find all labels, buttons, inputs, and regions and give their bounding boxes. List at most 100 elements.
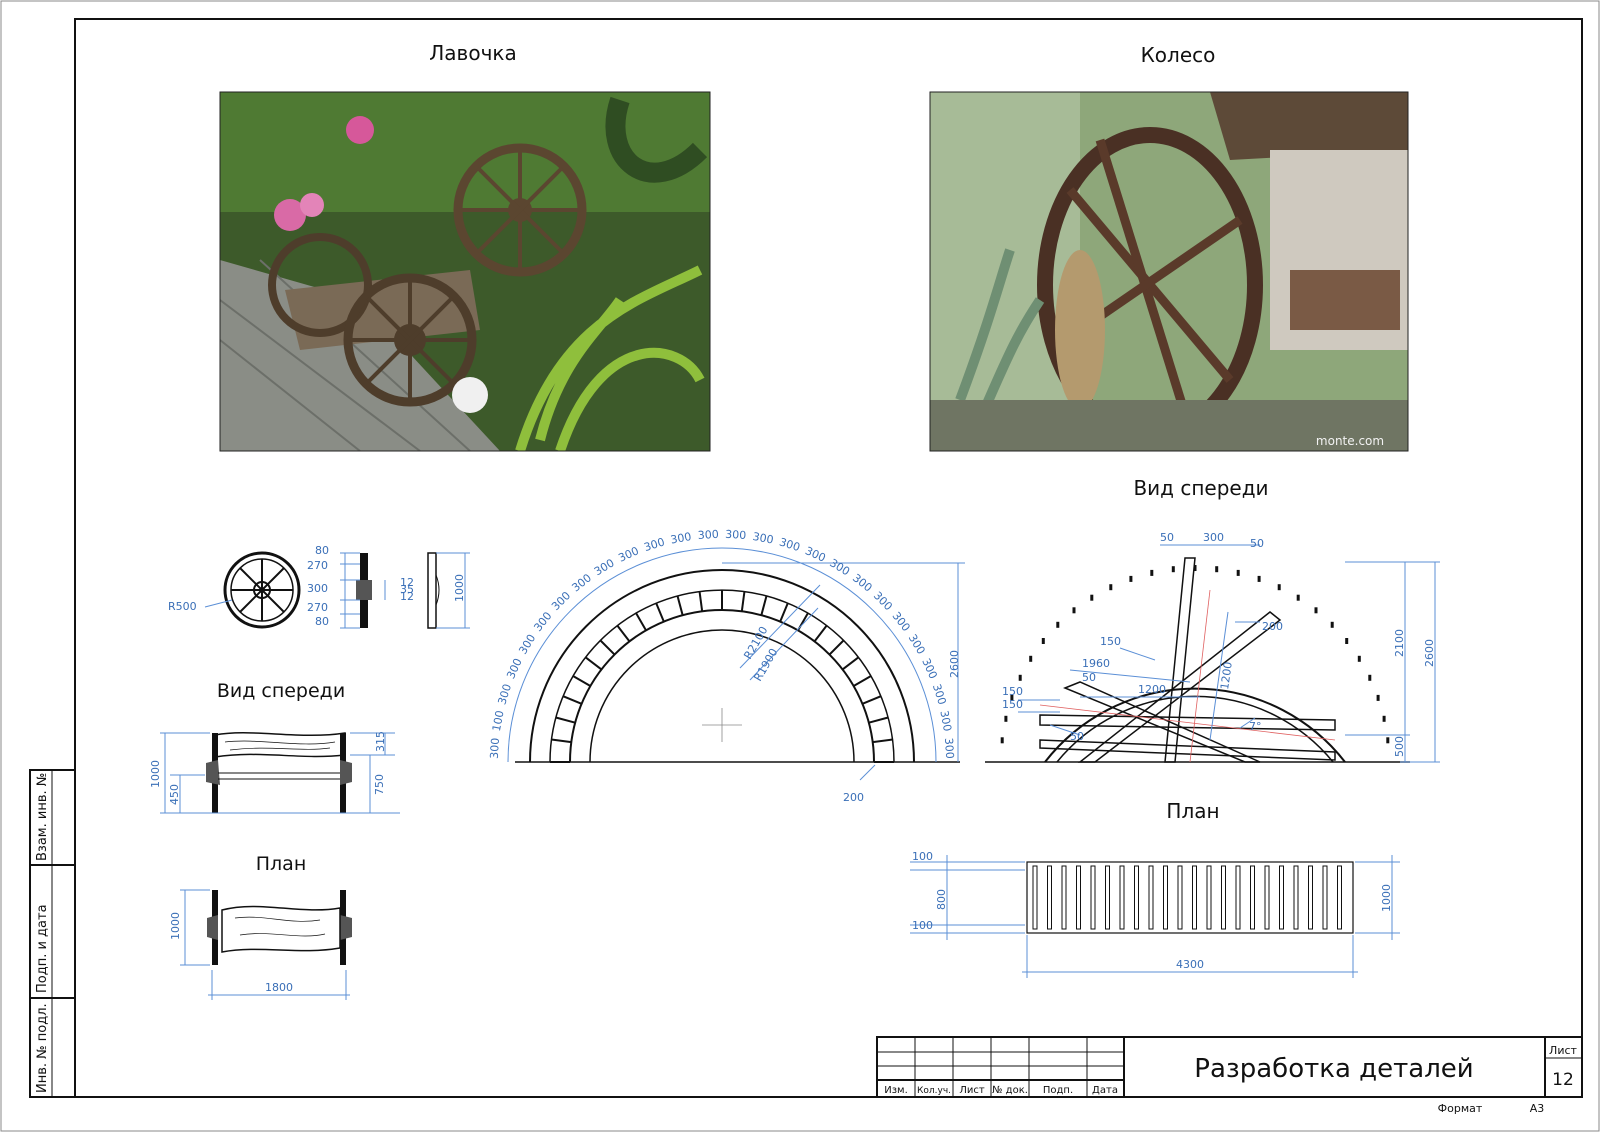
plan-slat <box>1206 865 1212 930</box>
arc-slat <box>760 595 768 616</box>
arc-spacing-label: 300 <box>592 556 617 578</box>
bench-front-dim-315: 315 <box>374 731 387 752</box>
wheel-paddle-tooth <box>1277 584 1281 591</box>
arc-slat <box>562 695 582 705</box>
tb-col-date: Дата <box>1092 1085 1118 1096</box>
wheel-plan-drawing: 100 800 100 1000 4300 <box>910 850 1400 978</box>
wheel-paddle-tooth <box>1382 715 1386 722</box>
arc-height-dim: 2600 <box>948 650 961 678</box>
side-stamp: Инв. № подл. Подп. и дата Взам. инв. № <box>29 769 76 1098</box>
bench-plan-drawing: 1000 1800 <box>169 889 352 1000</box>
plan-slat <box>1032 865 1038 930</box>
arc-spacing-label: 300 <box>569 571 594 594</box>
wheel-paddle-tooth <box>1386 737 1390 744</box>
wheel-paddle-tooth <box>1018 674 1022 681</box>
arc-spacing-label: 100 <box>490 709 507 732</box>
arc-spacing-label: 300 <box>889 609 912 634</box>
arc-spacing-label: 300 <box>827 556 852 578</box>
plan-dim-4300: 4300 <box>1176 958 1204 971</box>
wheel-small-dim-3: 12 <box>400 590 414 603</box>
plan-slat <box>1293 865 1299 930</box>
arc-slat <box>555 716 576 724</box>
plan-slat <box>1221 865 1226 930</box>
wheel-paddle-tooth <box>1056 621 1060 628</box>
wheel-paddle-tooth <box>1376 694 1380 701</box>
wheel-paddle-tooth <box>1090 594 1094 601</box>
plan-slat <box>1264 865 1270 930</box>
arc-spacing-label: 300 <box>778 535 802 554</box>
plan-slat <box>1090 865 1096 930</box>
format-value: А3 <box>1530 1102 1545 1115</box>
plan-dim-1000: 1000 <box>1380 884 1393 912</box>
front-dim-1200-h: 1200 <box>1138 683 1166 696</box>
arc-spacing-label: 300 <box>871 589 895 613</box>
arc-slat <box>740 591 746 612</box>
stamp-inv-label: Инв. № подл. <box>35 1003 50 1093</box>
wheel-paddle-tooth <box>1357 655 1361 662</box>
arc-spacing-label: 300 <box>531 609 554 634</box>
plan-dim-800: 800 <box>935 889 948 910</box>
title-block: Изм. Кол.уч. Лист № док. Подп. Дата Разр… <box>876 1036 1583 1115</box>
wheel-dim-80a: 80 <box>315 544 329 557</box>
wheel-paddle-tooth <box>1029 655 1033 662</box>
front-dim-150: 150 <box>1100 635 1121 648</box>
arc-slat <box>862 695 882 705</box>
arc-slat <box>655 602 665 622</box>
front-dim-50c: 50 <box>1082 671 1096 684</box>
bench-plan-dim-1800: 1800 <box>265 981 293 994</box>
plan-slat <box>1047 865 1052 930</box>
arc-slat <box>599 639 616 656</box>
bench-front-dim-1000: 1000 <box>149 760 162 788</box>
arc-spacing-label: 300 <box>669 530 692 547</box>
front-angle: 7° <box>1249 720 1262 733</box>
bench-front-dim-750: 750 <box>373 774 386 795</box>
arc-spacing-label: 300 <box>488 737 502 759</box>
arc-spacing-label: 300 <box>803 544 827 564</box>
wheel-paddle-tooth <box>1215 566 1219 573</box>
arc-slat <box>828 639 845 656</box>
wheel-paddle-tooth <box>1000 737 1004 744</box>
plan-slat <box>1076 865 1081 930</box>
arc-spacing-label: 300 <box>725 528 747 542</box>
tb-col-list: Лист <box>959 1085 985 1096</box>
plan-dim-100a: 100 <box>912 850 933 863</box>
format-label: Формат <box>1438 1102 1483 1115</box>
arc-thickness-dim: 200 <box>843 791 864 804</box>
wheel-arc-drawing: R2100 R1900 2600 200 3001003003003003003… <box>488 528 965 804</box>
front-dim-150b: 150 <box>1002 698 1023 711</box>
arc-spacing-label: 300 <box>906 632 928 657</box>
arc-slat <box>635 612 647 631</box>
wheel-dim-300: 300 <box>307 582 328 595</box>
wheel-paddle-tooth <box>1129 575 1133 582</box>
plan-slat <box>1134 865 1139 930</box>
wheel-plan-title: План <box>1166 799 1219 823</box>
front-dim-2100: 2100 <box>1393 629 1406 657</box>
bench-front-dim-450: 450 <box>168 784 181 805</box>
wheel-paddle-tooth <box>1041 638 1045 644</box>
arc-slat <box>572 675 591 687</box>
front-dim-50d: 50 <box>1070 730 1084 743</box>
arc-spacing-label: 300 <box>495 682 514 706</box>
wheel-paddle-tooth <box>1150 569 1154 576</box>
stamp-sign-label: Подп. и дата <box>35 904 50 993</box>
tb-col-izm: Изм. <box>884 1085 908 1096</box>
front-dim-1200-v: 1200 <box>1218 661 1235 691</box>
arc-spacing-label: 300 <box>942 737 956 759</box>
wheel-paddle-tooth <box>1296 594 1300 601</box>
arc-spacing-label: 300 <box>516 632 538 657</box>
arc-slat <box>841 656 860 671</box>
tb-col-koluch: Кол.уч. <box>917 1086 951 1096</box>
arc-spacing-label: 300 <box>752 530 775 547</box>
wheel-dim-270b: 270 <box>307 601 328 614</box>
stamp-replace-label: Взам. инв. № <box>35 773 50 861</box>
arc-spacing-label: 300 <box>697 528 719 542</box>
tb-col-sign: Подп. <box>1043 1085 1073 1096</box>
wheel-photo: monte.com <box>929 91 1409 452</box>
wheel-paddle-tooth <box>1236 569 1240 576</box>
front-dim-1960: 1960 <box>1082 657 1110 670</box>
arc-spacing-label: 300 <box>930 682 949 706</box>
sheet-number: 12 <box>1552 1070 1574 1090</box>
bench-title: Лавочка <box>429 41 516 65</box>
bench-photo <box>219 91 711 452</box>
plan-slat <box>1105 865 1110 930</box>
